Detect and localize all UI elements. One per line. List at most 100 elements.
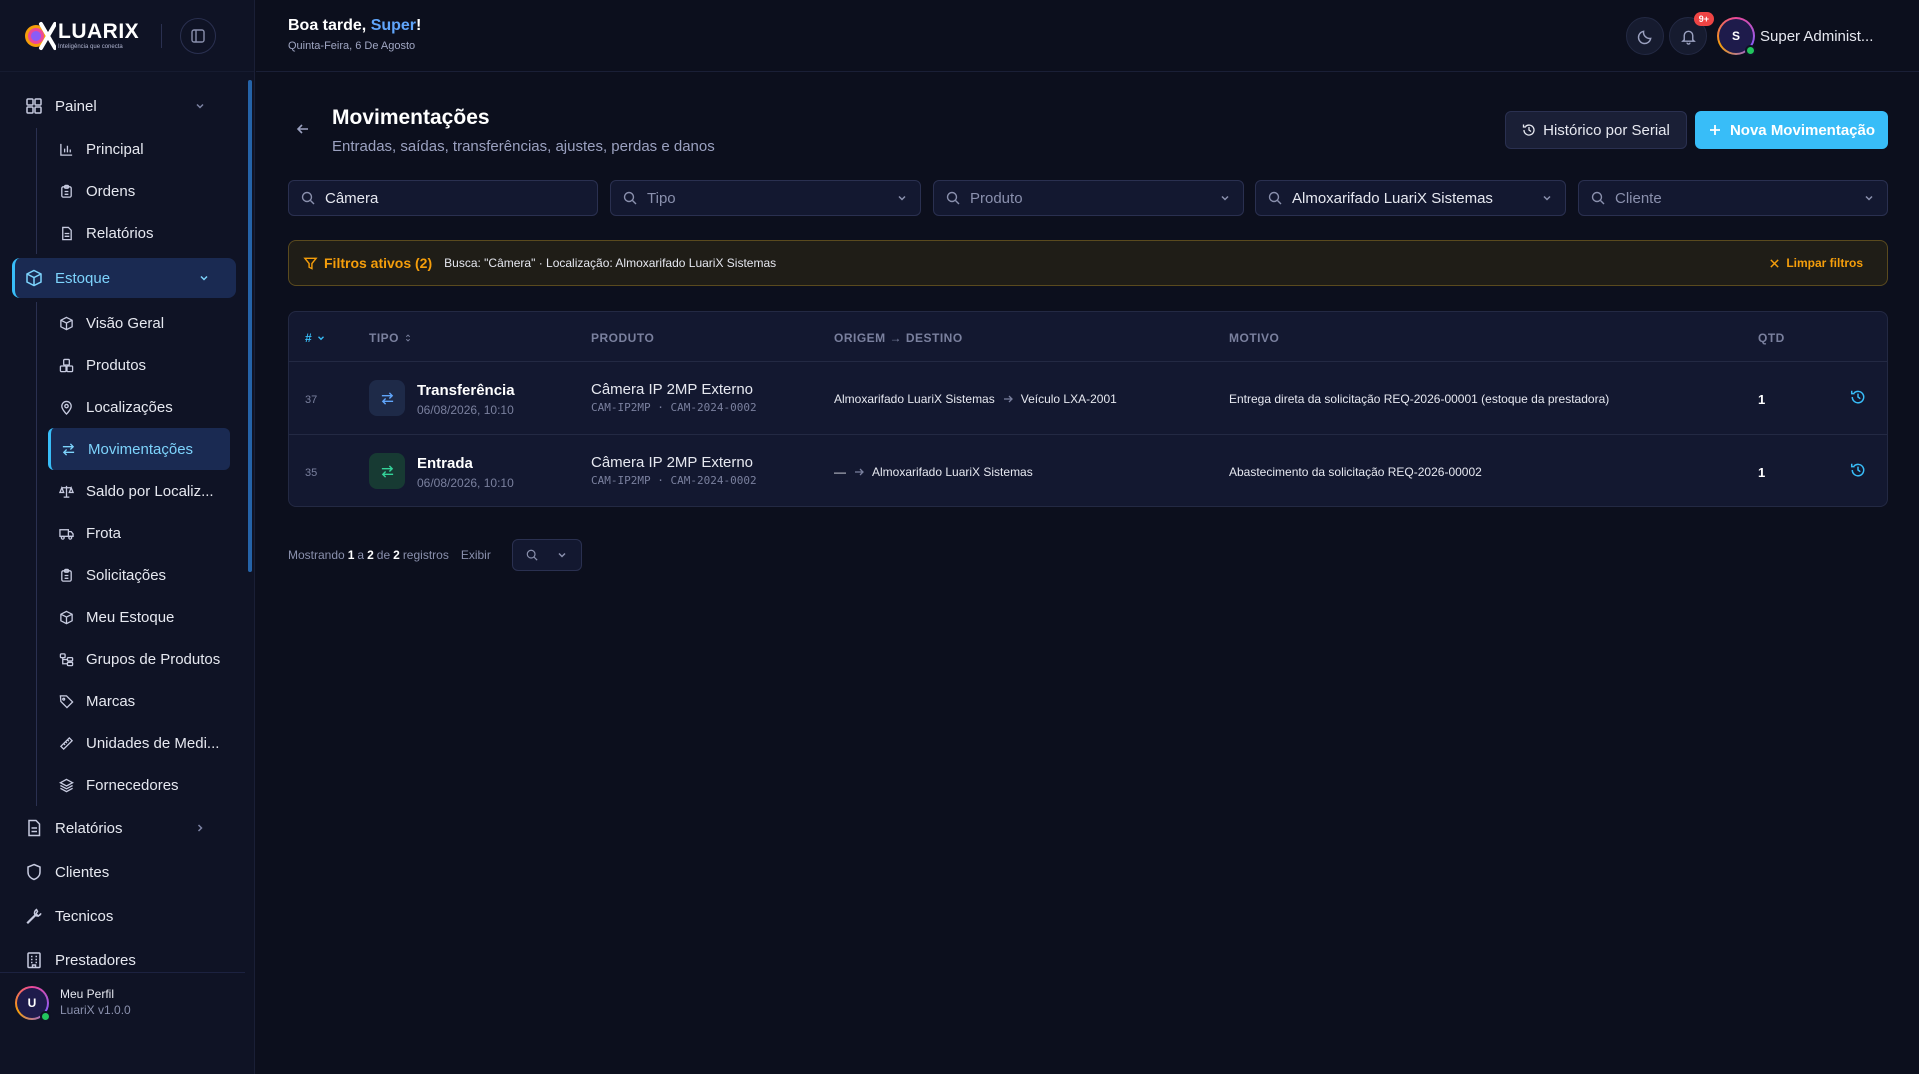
top-header: Boa tarde, Super! Quinta-Feira, 6 De Ago… xyxy=(256,0,1919,72)
app-version: LuariX v1.0.0 xyxy=(60,1002,131,1017)
page-size-select[interactable] xyxy=(512,539,582,571)
tipo-select[interactable]: Tipo xyxy=(610,180,921,216)
row-id: 37 xyxy=(305,394,318,406)
column-qtd-header: QTD xyxy=(1758,331,1785,345)
history-icon[interactable] xyxy=(1850,389,1866,405)
sidebar-scrollbar[interactable] xyxy=(248,80,252,572)
back-arrow-icon[interactable] xyxy=(294,120,312,138)
table-row[interactable]: 35 Entrada 06/08/2026, 10:10 Câmera IP 2… xyxy=(289,435,1887,506)
sidebar-item-relatorios[interactable]: Relatórios xyxy=(0,806,250,850)
sidebar-item-label: Frota xyxy=(86,524,122,542)
product-name: Câmera IP 2MP Externo xyxy=(591,454,754,471)
produto-select[interactable]: Produto xyxy=(933,180,1244,216)
movement-type-label: Entrada xyxy=(417,455,473,472)
wrench-icon xyxy=(25,907,43,925)
sidebar-item-ordens[interactable]: Ordens xyxy=(49,170,230,212)
column-label: QTD xyxy=(1758,331,1785,345)
column-origem-destino-header: ORIGEM → DESTINO xyxy=(834,331,963,345)
layers-icon xyxy=(59,778,74,793)
user-name[interactable]: Super Administ... xyxy=(1760,28,1873,45)
arrow-right-icon xyxy=(854,467,864,477)
file-text-icon xyxy=(25,819,43,837)
column-label: # xyxy=(305,331,313,345)
sidebar-item-label: Fornecedores xyxy=(86,776,179,794)
logo[interactable]: LUARIX Inteligência que conecta xyxy=(22,20,139,52)
boxes-icon xyxy=(59,358,74,373)
sidebar-item-label: Ordens xyxy=(86,182,136,200)
product-cell: Câmera IP 2MP Externo CAM-IP2MP · CAM-20… xyxy=(591,381,757,414)
sidebar-item-estoque[interactable]: Estoque xyxy=(12,258,236,298)
sidebar-item-painel[interactable]: Painel xyxy=(0,84,250,128)
row-id: 35 xyxy=(305,467,318,479)
theme-toggle-button[interactable] xyxy=(1626,17,1664,55)
table-row[interactable]: 37 Transferência 06/08/2026, 10:10 Câmer… xyxy=(289,362,1887,435)
package-icon xyxy=(25,269,43,287)
sidebar-item-label: Saldo por Localiz... xyxy=(86,482,214,500)
sidebar-item-tecnicos[interactable]: Tecnicos xyxy=(0,894,250,938)
pager-to: 2 xyxy=(367,548,374,562)
sidebar-toggle-button[interactable] xyxy=(180,17,217,54)
sidebar: LUARIX Inteligência que conecta Painel P… xyxy=(0,0,255,1074)
brand-name: LUARIX xyxy=(58,20,140,43)
button-label: Nova Movimentação xyxy=(1729,121,1876,139)
produto-placeholder: Produto xyxy=(970,189,1023,207)
search-icon xyxy=(1591,191,1605,205)
painel-submenu: Principal Ordens Relatórios xyxy=(36,128,250,254)
sidebar-item-prestadores[interactable]: Prestadores xyxy=(0,938,250,970)
localizacao-select[interactable]: Almoxarifado LuariX Sistemas xyxy=(1255,180,1566,216)
page-size-label: Exibir xyxy=(460,548,491,562)
tag-icon xyxy=(59,694,74,709)
column-label: TIPO xyxy=(369,331,400,345)
clipboard-icon xyxy=(59,184,74,199)
button-label: Limpar filtros xyxy=(1786,256,1863,270)
arrow-right-icon xyxy=(1003,394,1013,404)
notification-badge: 9+ xyxy=(1693,12,1714,26)
cliente-select[interactable]: Cliente xyxy=(1578,180,1888,216)
history-by-serial-button[interactable]: Histórico por Serial xyxy=(1505,111,1687,149)
sidebar-item-movimentacoes[interactable]: Movimentações xyxy=(48,428,230,470)
user-avatar[interactable]: S xyxy=(1717,17,1756,56)
sidebar-item-label: Prestadores xyxy=(55,951,136,969)
search-icon xyxy=(526,549,538,561)
sidebar-item-localizacoes[interactable]: Localizações xyxy=(49,386,230,428)
column-tipo-header[interactable]: TIPO xyxy=(369,331,413,345)
movement-type-badge xyxy=(369,453,405,489)
sidebar-item-label: Localizações xyxy=(86,398,173,416)
sidebar-item-solicitacoes[interactable]: Solicitações xyxy=(49,554,230,596)
sidebar-item-fornecedores[interactable]: Fornecedores xyxy=(49,764,230,806)
sidebar-item-saldo-por-localizacao[interactable]: Saldo por Localiz... xyxy=(49,470,230,512)
sidebar-item-principal[interactable]: Principal xyxy=(49,128,230,170)
greeting-prefix: Boa tarde, xyxy=(288,17,371,34)
sidebar-item-frota[interactable]: Frota xyxy=(49,512,230,554)
sidebar-item-grupos-de-produtos[interactable]: Grupos de Produtos xyxy=(49,638,230,680)
dashboard-icon xyxy=(25,97,43,115)
search-input[interactable]: Câmera xyxy=(288,180,598,216)
product-code: CAM-IP2MP · CAM-2024-0002 xyxy=(591,474,757,487)
pager-text: a xyxy=(357,548,365,562)
movement-date: 06/08/2026, 10:10 xyxy=(417,403,514,417)
sidebar-item-unidades-de-medida[interactable]: Unidades de Medi... xyxy=(49,722,230,764)
sidebar-item-label: Clientes xyxy=(55,863,110,881)
new-movement-button[interactable]: Nova Movimentação xyxy=(1695,111,1888,149)
sidebar-item-produtos[interactable]: Produtos xyxy=(49,344,230,386)
history-icon[interactable] xyxy=(1850,462,1866,478)
column-label: ORIGEM → DESTINO xyxy=(834,331,963,345)
sidebar-item-label: Relatórios xyxy=(55,819,123,837)
sidebar-item-marcas[interactable]: Marcas xyxy=(49,680,230,722)
history-icon xyxy=(1522,123,1536,137)
sidebar-item-meu-estoque[interactable]: Meu Estoque xyxy=(49,596,230,638)
current-date: Quinta-Feira, 6 De Agosto xyxy=(288,40,416,52)
chevron-down-icon xyxy=(198,272,210,284)
profile-link[interactable]: U Meu Perfil LuariX v1.0.0 xyxy=(0,972,245,1032)
quantity-cell: 1 xyxy=(1758,392,1766,407)
avatar: U xyxy=(15,985,51,1022)
column-id-header[interactable]: # xyxy=(305,331,326,345)
online-status-indicator xyxy=(40,1010,51,1022)
clear-filters-button[interactable]: Limpar filtros xyxy=(1769,256,1863,270)
sidebar-item-relatorios-painel[interactable]: Relatórios xyxy=(49,212,230,254)
sidebar-item-visao-geral[interactable]: Visão Geral xyxy=(49,302,230,344)
notifications-button[interactable]: 9+ xyxy=(1669,12,1714,55)
sidebar-item-clientes[interactable]: Clientes xyxy=(0,850,250,894)
reason-cell: Entrega direta da solicitação REQ-2026-0… xyxy=(1229,392,1610,406)
truck-icon xyxy=(59,526,74,541)
